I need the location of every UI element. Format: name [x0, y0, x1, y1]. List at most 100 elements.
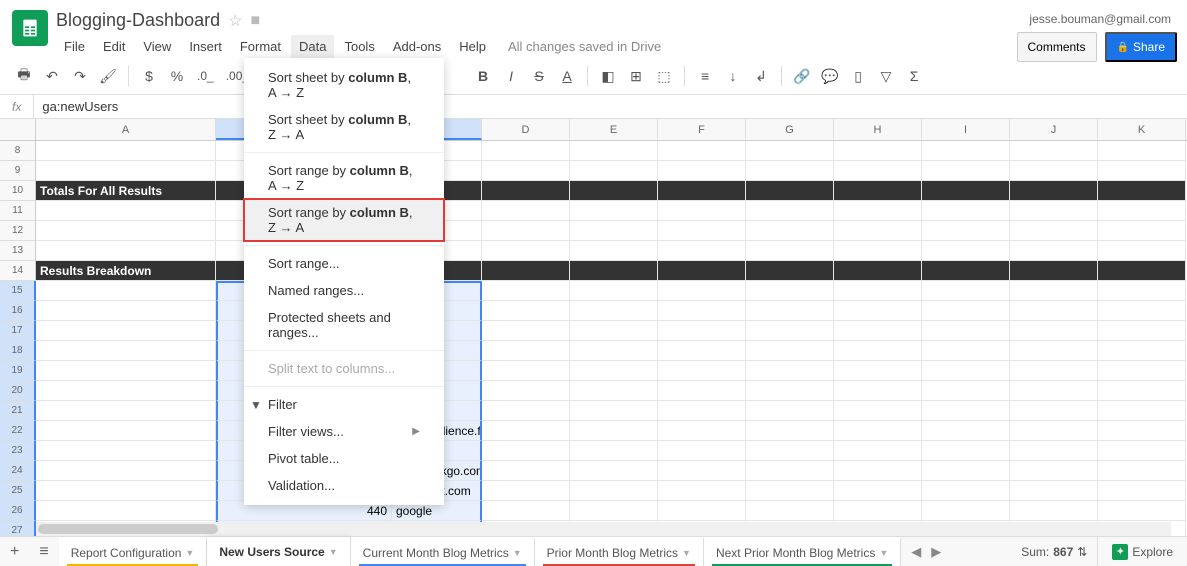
- cell[interactable]: [658, 261, 746, 281]
- cell[interactable]: [834, 181, 922, 201]
- cell[interactable]: [922, 441, 1010, 461]
- star-icon[interactable]: ☆: [228, 11, 242, 31]
- row-header[interactable]: 19: [0, 361, 36, 381]
- cell[interactable]: [834, 281, 922, 301]
- cell[interactable]: [482, 481, 570, 501]
- cell[interactable]: [746, 181, 834, 201]
- vertical-align-icon[interactable]: ↓: [721, 64, 745, 88]
- cell[interactable]: [36, 321, 216, 341]
- link-icon[interactable]: 🔗: [790, 64, 814, 88]
- comments-button[interactable]: Comments: [1017, 32, 1097, 62]
- cell[interactable]: [658, 221, 746, 241]
- cell[interactable]: [1098, 441, 1186, 461]
- dd-protected[interactable]: Protected sheets and ranges...: [244, 304, 444, 346]
- col-header-f[interactable]: F: [658, 119, 746, 140]
- paint-format-icon[interactable]: 🖌: [96, 64, 120, 88]
- row-header[interactable]: 12: [0, 221, 36, 241]
- cell[interactable]: [922, 281, 1010, 301]
- cell[interactable]: [570, 501, 658, 521]
- cell[interactable]: [482, 361, 570, 381]
- cell[interactable]: [482, 501, 570, 521]
- cell[interactable]: [834, 441, 922, 461]
- cell[interactable]: [1010, 441, 1098, 461]
- cell[interactable]: [570, 461, 658, 481]
- row-header[interactable]: 10: [0, 181, 36, 201]
- cell[interactable]: [36, 461, 216, 481]
- user-email[interactable]: jesse.bouman@gmail.com: [1029, 12, 1171, 26]
- cell[interactable]: [922, 221, 1010, 241]
- cell[interactable]: [746, 481, 834, 501]
- cell[interactable]: [834, 201, 922, 221]
- cell[interactable]: [482, 241, 570, 261]
- col-header-d[interactable]: D: [482, 119, 570, 140]
- cell[interactable]: [922, 181, 1010, 201]
- cell[interactable]: [658, 461, 746, 481]
- cell[interactable]: [922, 401, 1010, 421]
- cell[interactable]: [36, 161, 216, 181]
- cell[interactable]: [482, 321, 570, 341]
- cell[interactable]: [36, 241, 216, 261]
- cell[interactable]: [658, 441, 746, 461]
- cell[interactable]: [834, 361, 922, 381]
- cell[interactable]: [482, 221, 570, 241]
- menu-data[interactable]: Data: [291, 35, 334, 58]
- cell[interactable]: [36, 421, 216, 441]
- cell[interactable]: [482, 401, 570, 421]
- row-header[interactable]: 17: [0, 321, 36, 341]
- tab-prior-month[interactable]: Prior Month Blog Metrics▼: [535, 537, 704, 566]
- document-title[interactable]: Blogging-Dashboard: [56, 10, 220, 31]
- add-sheet-button[interactable]: +: [0, 543, 29, 561]
- cell[interactable]: [658, 241, 746, 261]
- comment-icon[interactable]: 💬: [818, 64, 842, 88]
- print-icon[interactable]: 🖶: [12, 64, 36, 88]
- cell[interactable]: [570, 361, 658, 381]
- cell[interactable]: [1010, 381, 1098, 401]
- row-header[interactable]: 20: [0, 381, 36, 401]
- cell[interactable]: [1098, 361, 1186, 381]
- horizontal-align-icon[interactable]: ≡: [693, 64, 717, 88]
- formula-input[interactable]: ga:newUsers: [34, 99, 126, 114]
- cell[interactable]: [570, 161, 658, 181]
- cell[interactable]: [658, 341, 746, 361]
- cell[interactable]: [746, 141, 834, 161]
- cell[interactable]: [746, 201, 834, 221]
- cell[interactable]: [922, 321, 1010, 341]
- cell[interactable]: [922, 241, 1010, 261]
- cell[interactable]: [658, 161, 746, 181]
- cell[interactable]: [746, 221, 834, 241]
- cell[interactable]: [834, 461, 922, 481]
- cell[interactable]: [482, 421, 570, 441]
- cell[interactable]: [1010, 241, 1098, 261]
- row-header[interactable]: 21: [0, 401, 36, 421]
- cell[interactable]: [1098, 241, 1186, 261]
- cell[interactable]: [834, 341, 922, 361]
- cell[interactable]: [922, 421, 1010, 441]
- cell[interactable]: [36, 441, 216, 461]
- borders-icon[interactable]: ⊞: [624, 64, 648, 88]
- menu-edit[interactable]: Edit: [95, 35, 133, 58]
- cell[interactable]: [834, 321, 922, 341]
- cell[interactable]: [746, 321, 834, 341]
- cell[interactable]: [922, 161, 1010, 181]
- explore-button[interactable]: ✦Explore: [1097, 537, 1187, 566]
- cell[interactable]: [36, 481, 216, 501]
- cell[interactable]: [482, 461, 570, 481]
- tab-prev-icon[interactable]: ◀: [911, 544, 921, 560]
- cell[interactable]: [36, 221, 216, 241]
- col-header-k[interactable]: K: [1098, 119, 1186, 140]
- cell[interactable]: [1010, 321, 1098, 341]
- cell[interactable]: [570, 261, 658, 281]
- cell[interactable]: [922, 261, 1010, 281]
- cell[interactable]: [658, 481, 746, 501]
- cell[interactable]: [570, 321, 658, 341]
- cell[interactable]: [1098, 321, 1186, 341]
- cell[interactable]: [746, 381, 834, 401]
- cell[interactable]: [36, 141, 216, 161]
- cell[interactable]: [482, 281, 570, 301]
- undo-icon[interactable]: ↶: [40, 64, 64, 88]
- cell[interactable]: [1098, 401, 1186, 421]
- cell[interactable]: [570, 301, 658, 321]
- menu-format[interactable]: Format: [232, 35, 289, 58]
- tab-next-prior-month[interactable]: Next Prior Month Blog Metrics▼: [704, 537, 901, 566]
- cell[interactable]: [36, 401, 216, 421]
